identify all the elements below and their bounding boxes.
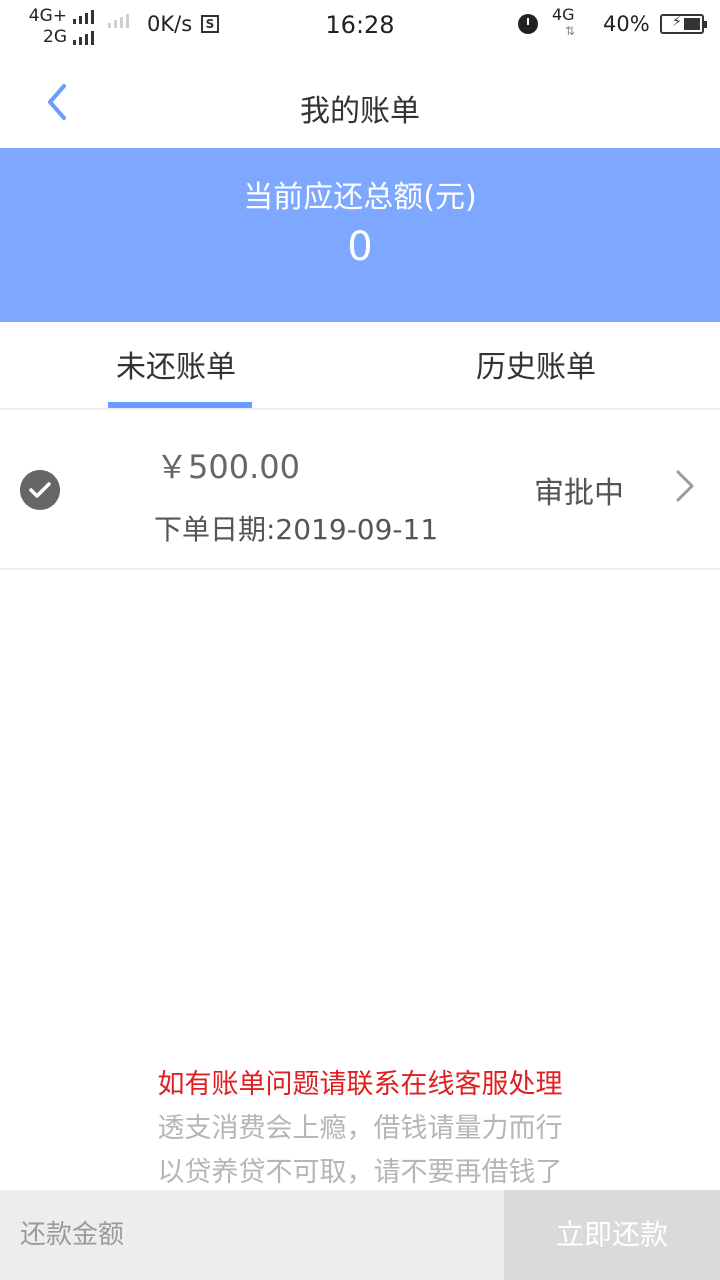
alarm-icon [518,14,538,34]
bill-status: 审批中 [534,476,624,511]
status-bar: 4G+ 2G 0K/s S 16:28 4G ⇅ 40% ⚡ [0,0,720,52]
total-due-label: 当前应还总额(元) [243,180,477,215]
active-tab-indicator [108,402,252,408]
data-arrows-icon: ⇅ [565,24,576,38]
battery-icon: ⚡ [660,14,707,34]
tab-unpaid-bills[interactable]: 未还账单 [116,342,236,386]
bill-tabs: 未还账单 历史账单 [0,322,720,410]
list-item[interactable]: ￥500.00 下单日期:2019-09-11 审批中 [0,410,720,570]
total-due-amount: 0 [347,224,373,270]
repay-now-button[interactable]: 立即还款 [504,1190,720,1280]
network-type-right: 4G [552,5,575,24]
repay-amount-field [0,1190,504,1280]
charging-bolt-icon: ⚡ [672,14,682,30]
warning-notice-1: 透支消费会上瘾，借钱请量力而行 [157,1113,563,1144]
support-notice: 如有账单问题请联系在线客服处理 [157,1069,563,1100]
summary-banner: 当前应还总额(元) 0 [0,148,720,322]
bill-amount: ￥500.00 [156,448,300,486]
repay-bar: 立即还款 [0,1190,720,1280]
check-circle-icon [20,470,60,510]
app-header: 我的账单 [0,52,720,148]
warning-notice-2: 以贷养贷不可取，请不要再借钱了 [157,1157,563,1188]
battery-percent: 40% [603,12,650,36]
tab-history-bills[interactable]: 历史账单 [476,342,596,386]
bill-order-date: 下单日期:2019-09-11 [154,513,439,546]
repay-amount-input[interactable] [0,1190,504,1280]
page-title: 我的账单 [300,94,420,129]
chevron-right-icon [676,470,694,502]
